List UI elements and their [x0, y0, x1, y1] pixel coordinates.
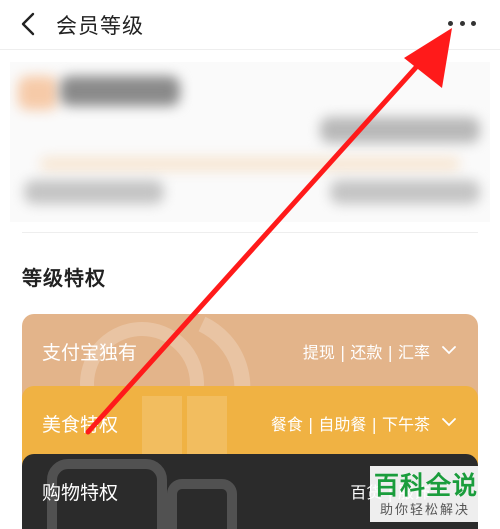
card-name: 美食特权	[42, 414, 119, 436]
page-title: 会员等级	[56, 14, 144, 38]
avatar	[18, 76, 58, 110]
divider	[22, 232, 478, 233]
card-name: 购物特权	[42, 482, 119, 504]
card-tags: 餐食 | 自助餐 | 下午茶	[270, 415, 430, 434]
member-profile-card	[10, 62, 490, 222]
watermark-title: 百科全说	[374, 471, 479, 500]
watermark-subtitle: 助你轻松解决	[380, 503, 471, 518]
more-icon[interactable]	[448, 12, 476, 34]
section-title: 等级特权	[22, 266, 106, 290]
chevron-down-icon[interactable]	[442, 342, 456, 356]
chevron-down-icon[interactable]	[442, 414, 456, 428]
back-icon[interactable]	[16, 11, 42, 37]
navigation-bar: 会员等级	[0, 0, 500, 50]
card-tags: 提现 | 还款 | 汇率	[302, 343, 430, 362]
card-name: 支付宝独有	[42, 342, 138, 364]
watermark-logo: 百科全说 助你轻松解决	[370, 466, 494, 522]
